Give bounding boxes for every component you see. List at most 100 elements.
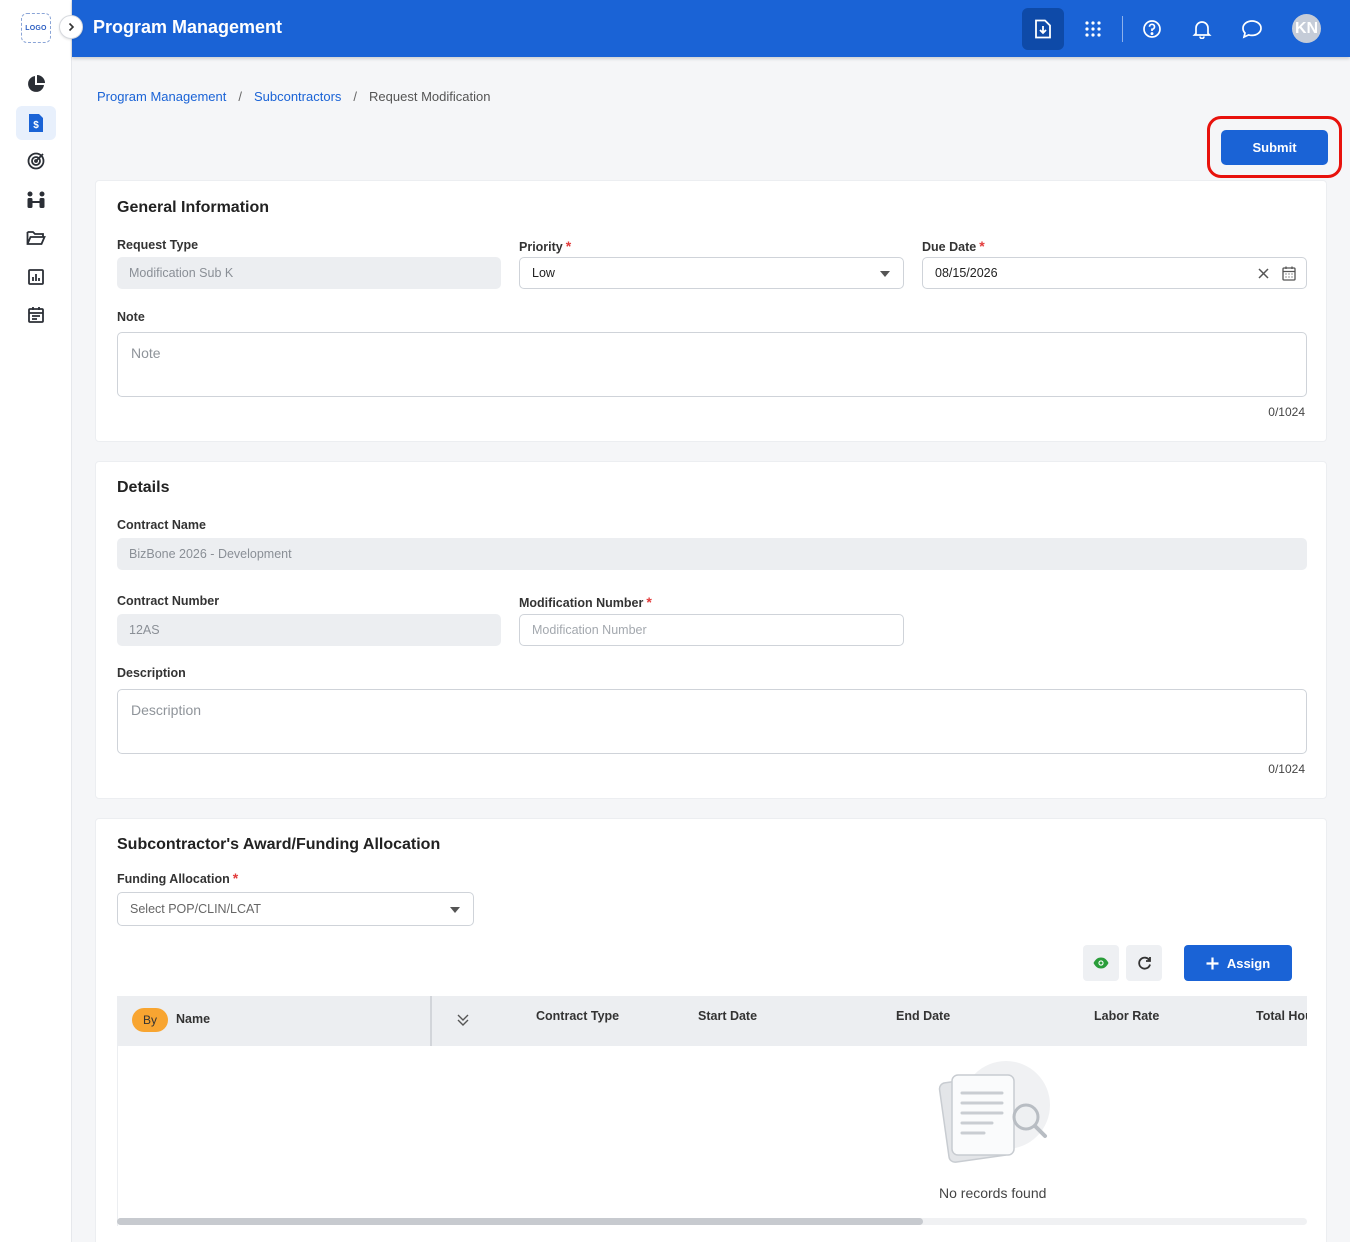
assign-label: Assign (1226, 955, 1271, 971)
sidebar-item-people[interactable] (16, 183, 56, 217)
funding-allocation-title: Subcontractor's Award/Funding Allocation (117, 836, 441, 853)
apps-button[interactable] (1072, 8, 1114, 50)
due-date-value: 08/15/2026 (935, 266, 998, 280)
general-information-title: General Information (117, 199, 270, 216)
folder-icon (26, 231, 46, 245)
help-icon (1143, 20, 1161, 38)
request-type-label: Request Type (117, 238, 198, 252)
breadcrumb-separator: / (353, 89, 358, 104)
breadcrumb-current: Request Modification (369, 89, 491, 104)
modification-number-input[interactable]: Modification Number (519, 614, 904, 646)
note-textarea[interactable]: Note (117, 332, 1307, 397)
column-header-contract-type[interactable]: Contract Type (536, 1009, 619, 1023)
eye-icon (1093, 957, 1109, 969)
view-button[interactable] (1083, 945, 1119, 981)
breadcrumb: Program Management / Subcontractors / Re… (97, 89, 490, 104)
sidebar: LOGO $ (0, 0, 72, 1242)
app-logo: LOGO (21, 13, 51, 43)
contract-number-label: Contract Number (117, 594, 220, 608)
sidebar-item-reports[interactable] (16, 260, 56, 294)
topbar-divider (1122, 16, 1123, 42)
submit-button[interactable]: Submit (1221, 130, 1328, 165)
calendar-picker-icon[interactable] (1282, 266, 1296, 281)
modification-number-label: Modification Number * (519, 594, 652, 610)
priority-label: Priority * (519, 238, 571, 254)
goals-icon (27, 152, 45, 170)
column-header-name[interactable]: Name (176, 1012, 210, 1026)
user-avatar[interactable]: KN (1292, 14, 1321, 43)
note-counter: 0/1024 (1268, 405, 1305, 419)
due-date-label-text: Due Date (922, 240, 977, 254)
details-card: Details Contract Name BizBone 2026 - Dev… (95, 461, 1327, 799)
required-mark: * (565, 238, 572, 254)
svg-text:$: $ (33, 120, 39, 131)
modification-number-label-text: Modification Number (519, 596, 644, 610)
download-file-icon (1035, 19, 1051, 39)
general-information-card: General Information Request Type Modific… (95, 180, 1327, 442)
funding-allocation-placeholder: Select POP/CLIN/LCAT (130, 902, 262, 916)
table-body (117, 1046, 1307, 1226)
note-label: Note (117, 310, 145, 324)
column-header-end-date[interactable]: End Date (896, 1009, 950, 1023)
funding-allocation-label-text: Funding Allocation (117, 872, 230, 886)
top-bar: Program Management KN (72, 0, 1350, 57)
breadcrumb-separator: / (238, 89, 242, 104)
column-header-start-date[interactable]: Start Date (698, 1009, 757, 1023)
refresh-button[interactable] (1126, 945, 1162, 981)
download-button[interactable] (1022, 8, 1064, 50)
refresh-icon (1137, 956, 1151, 970)
breadcrumb-subcontractors[interactable]: Subcontractors (254, 89, 341, 104)
due-date-input[interactable]: 08/15/2026 (922, 257, 1307, 289)
sidebar-item-folder[interactable] (16, 221, 56, 255)
column-header-labor-rate[interactable]: Labor Rate (1094, 1009, 1159, 1023)
due-date-label: Due Date * (922, 238, 985, 254)
priority-value: Low (532, 266, 555, 280)
funding-allocation-select[interactable]: Select POP/CLIN/LCAT (117, 892, 474, 926)
breadcrumb-program-management[interactable]: Program Management (97, 89, 226, 104)
apps-grid-icon (1085, 21, 1101, 37)
clear-icon[interactable] (1258, 268, 1269, 279)
funding-allocation-card: Subcontractor's Award/Funding Allocation… (95, 818, 1327, 1242)
dashboard-icon (28, 75, 45, 92)
no-records-illustration-icon (938, 1061, 1050, 1163)
notifications-button[interactable] (1181, 8, 1223, 50)
priority-label-text: Priority (519, 240, 563, 254)
sidebar-item-calendar[interactable] (16, 298, 56, 332)
plus-icon (1206, 957, 1219, 969)
request-type-field: Modification Sub K (117, 257, 501, 289)
table-horizontal-scrollbar[interactable] (117, 1218, 1307, 1225)
funding-allocation-label: Funding Allocation * (117, 870, 238, 886)
contract-number-field: 12AS (117, 614, 501, 646)
contracts-icon: $ (29, 114, 43, 132)
chat-button[interactable] (1231, 8, 1273, 50)
app-title: Program Management (93, 17, 283, 37)
sidebar-item-dashboard[interactable] (16, 67, 56, 101)
pinned-column-separator (430, 996, 432, 1046)
priority-select[interactable]: Low (519, 257, 904, 289)
description-label: Description (117, 666, 186, 680)
scrollbar-thumb[interactable] (117, 1218, 923, 1225)
request-type-label-text: Request Type (117, 238, 199, 252)
details-title: Details (117, 479, 170, 496)
by-badge[interactable]: By (132, 1008, 168, 1032)
sidebar-expand-button[interactable] (59, 15, 83, 39)
double-chevron-down-icon[interactable] (457, 1013, 469, 1027)
caret-down-icon (450, 907, 460, 913)
required-mark: * (232, 870, 239, 886)
table-header: By Name Contract Type Start Date End Dat… (117, 996, 1307, 1046)
help-button[interactable] (1131, 8, 1173, 50)
required-mark: * (979, 238, 985, 254)
contract-name-field: BizBone 2026 - Development (117, 538, 1307, 570)
chat-icon (1242, 20, 1262, 39)
column-header-total-hours[interactable]: Total Hours (1256, 1009, 1307, 1023)
chevron-right-icon (68, 22, 75, 32)
required-mark: * (646, 594, 652, 610)
assign-button[interactable]: Assign (1184, 945, 1292, 981)
contract-name-label: Contract Name (117, 518, 206, 532)
sidebar-item-contracts[interactable]: $ (16, 106, 56, 140)
calendar-icon (28, 307, 44, 323)
description-textarea[interactable]: Description (117, 689, 1307, 754)
reports-icon (28, 269, 44, 285)
caret-down-icon (880, 271, 890, 277)
sidebar-item-goals[interactable] (16, 144, 56, 178)
